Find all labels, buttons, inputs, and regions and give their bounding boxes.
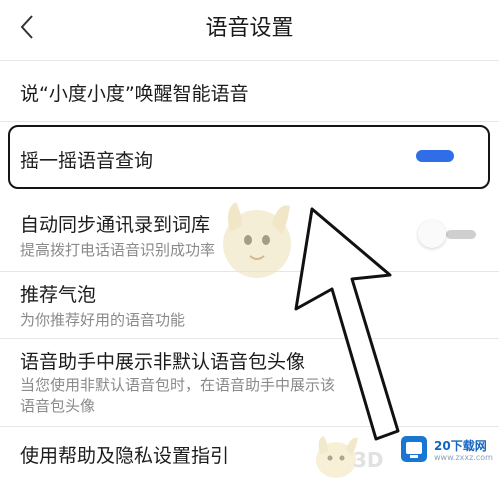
setting-label: 推荐气泡: [20, 284, 97, 306]
watermark-text: 3D: [353, 448, 384, 472]
setting-label: 自动同步通讯录到词库: [20, 214, 211, 236]
download-site-logo-icon: [401, 436, 427, 462]
site-url: www.zxxz.com: [434, 453, 493, 462]
setting-description: 为你推荐好用的语音功能: [20, 311, 186, 329]
toggle-track: [446, 230, 476, 239]
setting-voice-pack-avatar[interactable]: 语音助手中展示非默认语音包头像 当您使用非默认语音包时，在语音助手中展示该 语音…: [0, 339, 499, 423]
mascot-watermark-icon: [223, 202, 291, 278]
row-divider: [0, 121, 499, 122]
site-name: 20下载网: [434, 439, 487, 453]
setting-label: 说“小度小度”唤醒智能语音: [20, 83, 249, 105]
sync-contacts-toggle[interactable]: [418, 218, 482, 250]
setting-description-line-2: 语音包头像: [20, 397, 96, 415]
toggle-knob: [418, 220, 446, 248]
header-bar: 语音设置: [0, 0, 499, 56]
setting-description-line-1: 当您使用非默认语音包时，在语音助手中展示该: [20, 376, 336, 394]
setting-description: 提高拨打电话语音识别成功率: [20, 241, 216, 259]
setting-label: 摇一摇语音查询: [20, 150, 154, 172]
shake-query-toggle[interactable]: [416, 150, 454, 162]
page-title: 语音设置: [205, 16, 294, 41]
setting-label: 使用帮助及隐私设置指引: [20, 445, 230, 467]
setting-voice-wakeup[interactable]: 说“小度小度”唤醒智能语音: [0, 61, 499, 120]
site-logo: 20下载网 www.zxxz.com: [400, 433, 493, 467]
setting-label: 语音助手中展示非默认语音包头像: [20, 351, 306, 373]
pointer-arrow-icon: [294, 207, 400, 441]
